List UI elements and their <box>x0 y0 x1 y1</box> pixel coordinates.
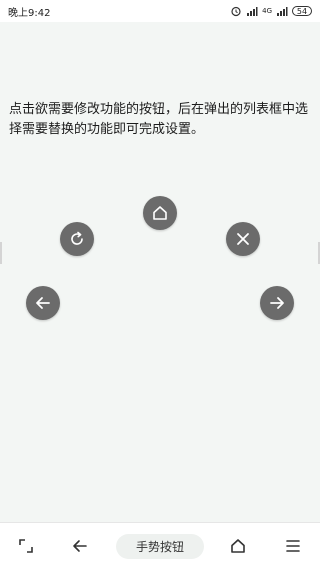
back-button[interactable] <box>68 534 92 558</box>
battery-indicator: 54 <box>292 6 312 16</box>
status-time: 晚上9:42 <box>8 7 51 19</box>
refresh-button[interactable] <box>60 222 94 256</box>
menu-icon <box>286 540 300 552</box>
recents-button[interactable] <box>14 534 38 558</box>
refresh-icon <box>71 231 83 245</box>
gesture-button[interactable]: 手势按钮 <box>116 534 204 559</box>
signal-icon <box>246 5 258 17</box>
signal-icon-2 <box>276 5 288 17</box>
arrow-left-button[interactable] <box>26 286 60 320</box>
corner-brackets-icon <box>19 539 33 553</box>
home-outline-icon <box>231 539 245 553</box>
home-button[interactable] <box>143 196 177 230</box>
close-icon <box>237 233 249 245</box>
home-icon <box>153 206 167 220</box>
left-edge-marker <box>0 242 2 264</box>
menu-button[interactable] <box>281 534 305 558</box>
status-bar: 晚上9:42 4G 54 <box>0 0 320 22</box>
arrow-left-icon <box>36 297 50 309</box>
close-button[interactable] <box>226 222 260 256</box>
nav-home-button[interactable] <box>226 534 250 558</box>
network-label: 4G <box>262 7 272 15</box>
status-icons: 4G 54 <box>230 5 312 17</box>
back-arrow-icon <box>73 540 87 552</box>
arrow-right-icon <box>270 297 284 309</box>
arrow-right-button[interactable] <box>260 286 294 320</box>
bottom-nav-bar: 手势按钮 <box>0 522 320 569</box>
alarm-icon <box>230 5 242 17</box>
instruction-text: 点击欲需要修改功能的按钮，后在弹出的列表框中选择需要替换的功能即可完成设置。 <box>9 102 309 137</box>
main-content: 点击欲需要修改功能的按钮，后在弹出的列表框中选择需要替换的功能即可完成设置。 <box>0 22 320 522</box>
